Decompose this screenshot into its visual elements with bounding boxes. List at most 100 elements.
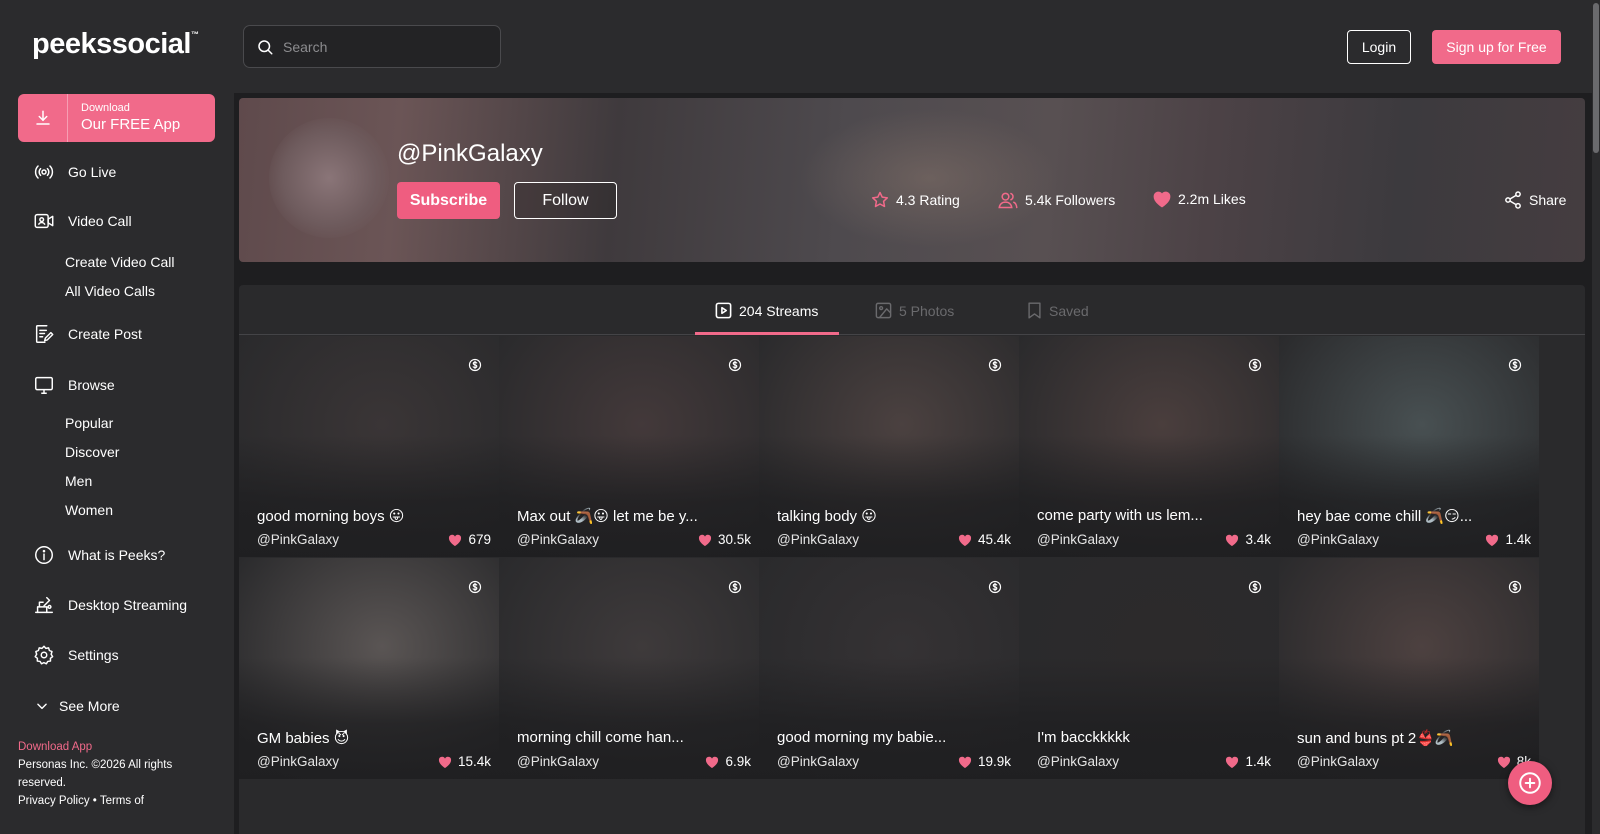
stream-card[interactable]: come party with us lem... @PinkGalaxy 3.4k — [1019, 336, 1279, 557]
download-big-label: Our FREE App — [81, 116, 181, 134]
sidebar-item-label: Go Live — [68, 164, 117, 180]
logo[interactable]: peekssocial™ — [32, 28, 199, 61]
play-icon — [714, 301, 733, 320]
gear-icon — [32, 643, 56, 667]
stream-card[interactable]: morning chill come han... @PinkGalaxy 6.9k — [499, 558, 759, 779]
sidebar-item-settings[interactable]: Settings — [32, 643, 119, 667]
likes-count: 679 — [468, 532, 491, 547]
likes-stat: 2.2m Likes — [1152, 190, 1246, 208]
stream-likes: 679 — [447, 532, 491, 547]
heart-icon — [704, 755, 720, 769]
bookmark-icon — [1026, 301, 1043, 320]
sidebar-item-desktop-streaming[interactable]: Desktop Streaming — [32, 593, 187, 617]
active-tab-indicator — [695, 332, 839, 335]
monitor-icon — [32, 373, 56, 397]
stream-card[interactable]: talking body 😛 @PinkGalaxy 45.4k — [759, 336, 1019, 557]
stream-card[interactable]: GM babies 😈 @PinkGalaxy 15.4k — [239, 558, 499, 779]
sidebar-item-go-live[interactable]: Go Live — [32, 160, 116, 184]
sidebar-item-video-call[interactable]: Video Call — [32, 209, 132, 233]
sidebar-item-men[interactable]: Men — [65, 473, 92, 489]
sidebar-item-create-video-call[interactable]: Create Video Call — [65, 254, 174, 270]
profile-tabs: 204 Streams 5 Photos Saved — [239, 285, 1585, 335]
paid-coin-icon — [728, 358, 742, 372]
scrollbar-thumb[interactable] — [1593, 3, 1599, 153]
stream-card[interactable]: I'm bacckkkkk @PinkGalaxy 1.4k — [1019, 558, 1279, 779]
likes-value: 2.2m Likes — [1178, 191, 1246, 207]
page-scrollbar[interactable] — [1592, 0, 1600, 834]
stream-title: come party with us lem... — [1037, 507, 1203, 524]
subscribe-button[interactable]: Subscribe — [397, 182, 500, 219]
create-button[interactable] — [1508, 761, 1552, 805]
see-more-label: See More — [59, 698, 120, 714]
stream-likes: 30.5k — [697, 532, 751, 547]
follow-button[interactable]: Follow — [514, 182, 617, 219]
signup-button[interactable]: Sign up for Free — [1432, 30, 1561, 64]
stream-username[interactable]: @PinkGalaxy — [777, 754, 859, 769]
tab-streams[interactable]: 204 Streams — [714, 301, 818, 320]
sidebar-item-browse[interactable]: Browse — [32, 373, 115, 397]
desktop-streaming-icon — [32, 593, 56, 617]
stream-username[interactable]: @PinkGalaxy — [257, 754, 339, 769]
heart-icon — [697, 533, 713, 547]
search-bar[interactable] — [243, 25, 501, 68]
sidebar-item-label: Browse — [68, 377, 115, 393]
likes-count: 30.5k — [717, 532, 751, 547]
stream-username[interactable]: @PinkGalaxy — [1037, 532, 1119, 547]
tab-photos[interactable]: 5 Photos — [874, 301, 954, 320]
search-input[interactable] — [283, 38, 493, 55]
download-app-button[interactable]: Download Our FREE App — [18, 94, 215, 142]
share-button[interactable]: Share — [1503, 190, 1566, 210]
sidebar-item-women[interactable]: Women — [65, 502, 113, 518]
sidebar-item-label: What is Peeks? — [68, 547, 166, 563]
heart-icon — [1496, 755, 1512, 769]
stream-username[interactable]: @PinkGalaxy — [517, 754, 599, 769]
stream-title: talking body 😛 — [777, 508, 877, 525]
paid-coin-icon — [1508, 358, 1522, 372]
sidebar-item-popular[interactable]: Popular — [65, 415, 113, 431]
rating-stat: 4.3 Rating — [870, 190, 960, 210]
paid-coin-icon — [988, 580, 1002, 594]
sidebar-item-label: Create Post — [68, 326, 142, 342]
heart-icon — [1484, 533, 1500, 547]
sidebar-item-discover[interactable]: Discover — [65, 444, 119, 460]
sidebar-item-all-video-calls[interactable]: All Video Calls — [65, 283, 155, 299]
stream-likes: 15.4k — [437, 754, 491, 769]
stream-card[interactable]: good morning boys 😛 @PinkGalaxy 679 — [239, 336, 499, 557]
footer-download-app-link[interactable]: Download App — [18, 738, 218, 756]
followers-value: 5.4k Followers — [1025, 192, 1116, 208]
sidebar-item-create-post[interactable]: Create Post — [32, 322, 142, 346]
stream-card[interactable]: Max out 🪃😛 let me be y... @PinkGalaxy 30.5… — [499, 336, 759, 557]
sidebar-item-label: Desktop Streaming — [68, 597, 188, 613]
privacy-policy-link[interactable]: Privacy Policy — [18, 795, 90, 807]
star-icon — [870, 190, 890, 210]
terms-link[interactable]: Terms of — [100, 795, 144, 807]
login-button[interactable]: Login — [1347, 30, 1411, 64]
logo-text: peekssocial — [32, 28, 191, 60]
stream-username[interactable]: @PinkGalaxy — [777, 532, 859, 547]
heart-icon — [1224, 533, 1240, 547]
stream-username[interactable]: @PinkGalaxy — [1037, 754, 1119, 769]
tab-label: 204 Streams — [739, 302, 819, 319]
likes-count: 1.4k — [1505, 532, 1531, 547]
logo-trademark: ™ — [190, 30, 199, 39]
main-panel: @PinkGalaxy Subscribe Follow 4.3 Rating … — [234, 93, 1592, 834]
tab-label: Saved — [1049, 302, 1089, 319]
stream-username[interactable]: @PinkGalaxy — [1297, 754, 1379, 769]
stream-username[interactable]: @PinkGalaxy — [517, 532, 599, 547]
stream-likes: 3.4k — [1224, 532, 1271, 547]
info-icon — [32, 543, 56, 567]
stream-title: morning chill come han... — [517, 729, 684, 746]
stream-username[interactable]: @PinkGalaxy — [257, 532, 339, 547]
tab-saved[interactable]: Saved — [1026, 301, 1089, 320]
paid-coin-icon — [1508, 580, 1522, 594]
stream-card[interactable]: hey bae come chill 🪃😏... @PinkGalaxy 1.4k — [1279, 336, 1539, 557]
broadcast-icon — [32, 160, 56, 184]
likes-count: 1.4k — [1245, 754, 1271, 769]
sidebar-item-what-is-peeks[interactable]: What is Peeks? — [32, 543, 165, 567]
stream-username[interactable]: @PinkGalaxy — [1297, 532, 1379, 547]
see-more-toggle[interactable]: See More — [34, 694, 120, 718]
stream-card[interactable]: good morning my babie... @PinkGalaxy 19.9k — [759, 558, 1019, 779]
stream-card[interactable]: sun and buns pt 2👙🪃@PinkGalaxy8k — [1279, 558, 1539, 779]
sidebar-footer: Download App Personas Inc. ©2026 All rig… — [18, 738, 218, 810]
likes-count: 19.9k — [977, 754, 1011, 769]
